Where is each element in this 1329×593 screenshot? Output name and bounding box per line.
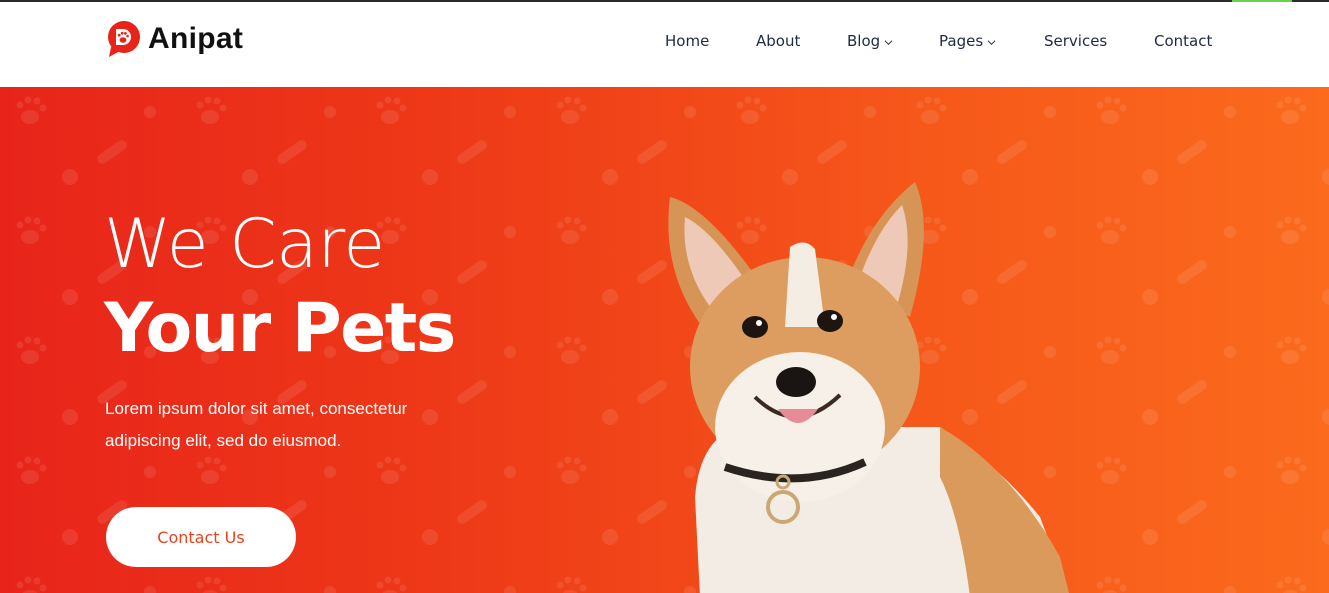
chevron-down-icon — [987, 39, 996, 45]
nav-blog[interactable]: Blog — [847, 26, 893, 56]
nav-home-label: Home — [665, 32, 710, 50]
hero-description-line1: Lorem ipsum dolor sit amet, consectetur — [105, 399, 408, 418]
contact-us-button[interactable]: Contact Us — [106, 507, 296, 567]
hero-title-light: We Care — [104, 205, 385, 284]
hero-description-line2: adipiscing elit, sed do eiusmod. — [105, 431, 342, 450]
nav-contact-label: Contact — [1154, 32, 1213, 50]
contact-us-button-label: Contact Us — [157, 527, 245, 547]
nav-pages[interactable]: Pages — [939, 26, 996, 56]
nav-services[interactable]: Services — [1044, 26, 1107, 56]
site-header: Anipat Home About Blog Pages Services Co… — [0, 2, 1329, 87]
chevron-down-icon — [884, 39, 893, 45]
corgi-dog-image — [668, 182, 1069, 593]
hero-description: Lorem ipsum dolor sit amet, consectetur … — [105, 393, 435, 457]
nav-about[interactable]: About — [756, 26, 800, 56]
nav-pages-label: Pages — [939, 32, 984, 50]
main-nav: Home About Blog Pages Services Contact — [0, 26, 1329, 56]
hero-title-bold: Your Pets — [104, 289, 456, 368]
nav-contact[interactable]: Contact — [1154, 26, 1212, 56]
hero-banner: We Care Your Pets Lorem ipsum dolor sit … — [0, 87, 1329, 593]
nav-services-label: Services — [1044, 32, 1108, 50]
nav-blog-label: Blog — [847, 32, 881, 50]
nav-about-label: About — [756, 32, 801, 50]
nav-home[interactable]: Home — [665, 26, 709, 56]
